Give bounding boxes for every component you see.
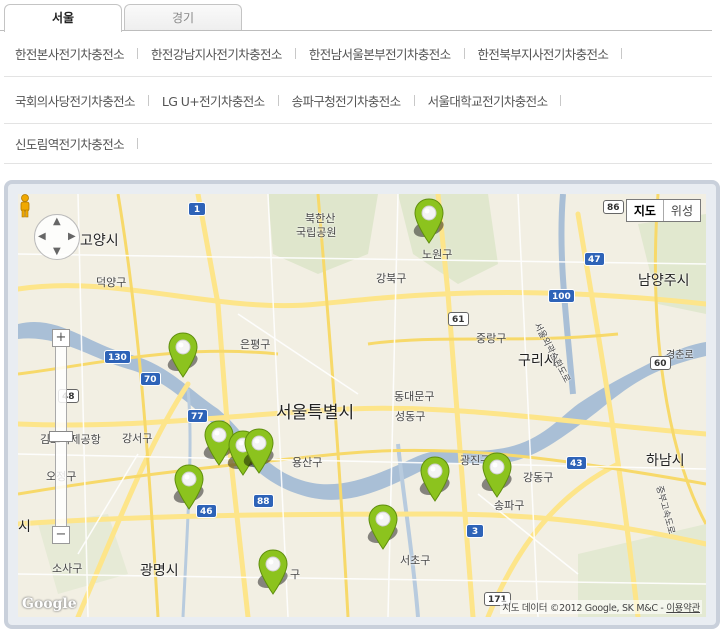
divider <box>413 94 415 106</box>
route-shield: 60 <box>650 356 671 370</box>
label-gangbuk: 강북구 <box>376 272 407 285</box>
divider <box>621 48 623 59</box>
label-si: 시 <box>18 519 31 535</box>
label-dongdaemun: 동대문구 <box>394 390 435 403</box>
label-seoul: 서울특별시 <box>276 403 355 423</box>
station-pin[interactable] <box>167 332 198 378</box>
pegman-icon[interactable] <box>18 194 32 218</box>
station-link[interactable]: 한전남서울본부전기차충전소 <box>309 44 451 63</box>
station-pin[interactable] <box>173 464 204 510</box>
station-link[interactable]: 국회의사당전기차충전소 <box>15 91 136 110</box>
region-tabs: 서울 경기 <box>0 0 720 32</box>
list-item: 국회의사당전기차충전소 <box>15 91 162 110</box>
map-canvas[interactable]: 서울특별시 고양시 남양주시 구리시 하남시 광명시 북한산 국립공원 노원구 … <box>18 194 706 617</box>
label-yongsan: 용산구 <box>292 456 323 469</box>
divider <box>463 48 465 59</box>
map-frame: 서울특별시 고양시 남양주시 구리시 하남시 광명시 북한산 국립공원 노원구 … <box>4 180 720 629</box>
zoom-out-button[interactable]: − <box>52 526 70 544</box>
label-nowon: 노원구 <box>422 248 453 261</box>
station-pin[interactable] <box>367 504 398 550</box>
route-shield: 86 <box>603 200 624 214</box>
label-deogyang: 덕양구 <box>96 276 127 289</box>
list-item: LG U+전기차충전소 <box>162 91 292 110</box>
station-link[interactable]: 서울대학교전기차충전소 <box>428 91 549 110</box>
google-logo[interactable]: Google <box>22 596 77 612</box>
label-goyang: 고양시 <box>80 233 119 249</box>
label-gwangmyeong: 광명시 <box>140 563 179 579</box>
station-row-1: 한전본사전기차충전소 한전강남지사전기차충전소 한전남서울본부전기차충전소 한전… <box>4 31 712 77</box>
station-row-2: 국회의사당전기차충전소 LG U+전기차충전소 송파구청전기차충전소 서울대학교… <box>4 77 712 124</box>
station-pin[interactable] <box>257 549 288 595</box>
route-shield: 88 <box>253 494 274 508</box>
map-copyright: 지도 데이터 ©2012 Google, SK M&C - 이용약관 <box>500 600 702 614</box>
zoom-slider-thumb[interactable] <box>49 431 73 442</box>
map-type-control: 지도 위성 <box>625 199 701 222</box>
label-seocho: 서초구 <box>400 554 431 567</box>
pan-right-icon[interactable]: ▶ <box>68 231 76 242</box>
pan-left-icon[interactable]: ◀ <box>38 231 46 242</box>
route-shield: 130 <box>104 350 131 364</box>
terms-link[interactable]: 이용약관 <box>666 603 700 614</box>
list-item: 한전남서울본부전기차충전소 <box>309 44 478 63</box>
route-shield: 100 <box>548 289 575 303</box>
station-pin[interactable] <box>413 198 444 244</box>
route-shield: 47 <box>584 252 605 266</box>
list-item: 신도림역전기차충전소 <box>15 134 151 153</box>
station-link[interactable]: LG U+전기차충전소 <box>162 91 265 110</box>
station-link[interactable]: 한전본사전기차충전소 <box>15 44 125 63</box>
station-pin[interactable] <box>419 456 450 502</box>
zoom-in-button[interactable]: + <box>52 329 70 347</box>
station-link[interactable]: 송파구청전기차충전소 <box>292 91 402 110</box>
divider <box>137 138 139 149</box>
list-item: 한전본사전기차충전소 <box>15 44 151 63</box>
label-jungnang: 중랑구 <box>476 332 507 345</box>
label-hanam: 하남시 <box>646 453 685 469</box>
label-seongdong: 성동구 <box>395 410 426 423</box>
list-item: 서울대학교전기차충전소 <box>428 91 575 110</box>
list-item: 한전북부지사전기차충전소 <box>478 44 636 63</box>
tab-gyeonggi[interactable]: 경기 <box>124 4 242 31</box>
route-shield: 70 <box>140 372 161 386</box>
divider <box>294 48 296 59</box>
divider <box>277 94 279 106</box>
map-type-map-button[interactable]: 지도 <box>627 200 664 221</box>
label-gangseo: 강서구 <box>122 432 153 445</box>
station-link[interactable]: 한전북부지사전기차충전소 <box>478 44 609 63</box>
station-link[interactable]: 신도림역전기차충전소 <box>15 134 125 153</box>
label-namyangju: 남양주시 <box>638 273 690 289</box>
map-type-satellite-button[interactable]: 위성 <box>664 200 700 221</box>
pan-up-icon[interactable]: ▲ <box>53 216 61 227</box>
divider <box>137 48 139 59</box>
route-shield: 1 <box>188 202 206 216</box>
label-national-park: 국립공원 <box>296 226 337 239</box>
station-link[interactable]: 한전강남지사전기차충전소 <box>151 44 282 63</box>
tab-seoul[interactable]: 서울 <box>4 4 122 32</box>
route-shield: 3 <box>466 524 484 538</box>
list-item: 송파구청전기차충전소 <box>292 91 428 110</box>
station-row-3: 신도림역전기차충전소 <box>4 124 712 164</box>
station-pin[interactable] <box>481 452 512 498</box>
copyright-text: 지도 데이터 ©2012 Google, SK M&C - <box>502 603 667 614</box>
list-item: 한전강남지사전기차충전소 <box>151 44 309 63</box>
label-eunpyeong: 은평구 <box>240 338 271 351</box>
divider <box>147 94 149 106</box>
pan-down-icon[interactable]: ▼ <box>53 246 61 257</box>
label-sosa: 소사구 <box>52 562 83 575</box>
divider <box>560 94 562 106</box>
route-shield: 61 <box>448 312 469 326</box>
route-shield: 43 <box>566 456 587 470</box>
pan-control[interactable]: ▲ ▼ ◀ ▶ <box>34 214 80 260</box>
station-pin[interactable] <box>243 428 274 474</box>
